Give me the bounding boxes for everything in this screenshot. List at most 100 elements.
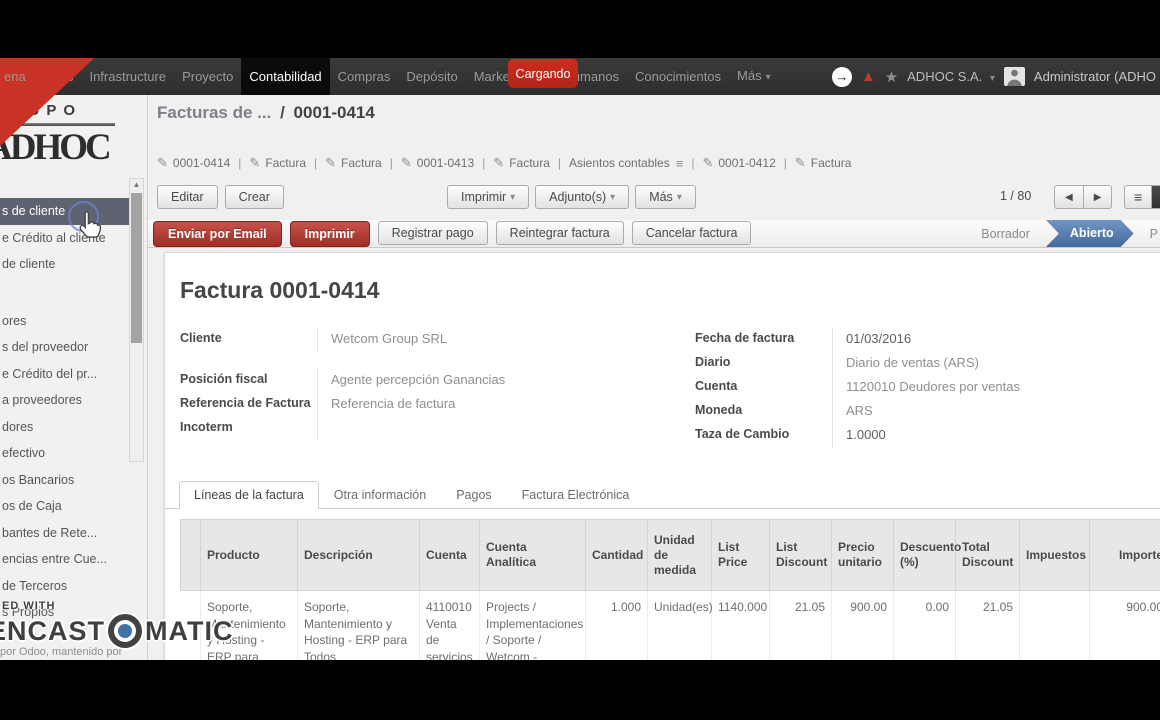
field-label: Cliente xyxy=(180,328,317,345)
quicklink[interactable]: ✎0001-0412 xyxy=(683,155,775,171)
menu-item-deposito[interactable]: Depósito xyxy=(398,58,465,95)
menu-item-proyecto[interactable]: Proyecto xyxy=(174,58,241,95)
sidebar-item-pagos-proveedores[interactable]: a proveedores xyxy=(0,387,147,414)
col-total-discount[interactable]: Total Discount xyxy=(956,520,1020,591)
table-header-row: Producto Descripción Cuenta Cuenta Analí… xyxy=(181,520,1160,591)
tab-lineas-factura[interactable]: Líneas de la factura xyxy=(179,481,319,509)
sidebar-item-facturas-de-cliente[interactable]: s de cliente xyxy=(0,198,132,225)
menu-item-compras[interactable]: Compras xyxy=(330,58,399,95)
quicklink[interactable]: ✎0001-0413 xyxy=(382,155,474,171)
sidebar-item-extractos-bancarios[interactable]: os Bancarios xyxy=(0,467,147,494)
list-view-button[interactable]: ≡ xyxy=(1124,185,1152,209)
col-list-price[interactable]: List Price xyxy=(712,520,770,591)
menu-item-contabilidad[interactable]: Contabilidad xyxy=(241,58,329,95)
diario-value[interactable]: Diario de ventas (ARS) xyxy=(832,352,1160,376)
taza-cambio-value[interactable]: 1.0000 xyxy=(832,424,1160,448)
pager-next-button[interactable]: ▶ xyxy=(1084,185,1113,209)
status-pagado-fragment[interactable]: P xyxy=(1134,227,1160,241)
form-view-button[interactable] xyxy=(1152,185,1160,209)
col-precio-unitario[interactable]: Precio unitario xyxy=(832,520,894,591)
pencil-icon: ✎ xyxy=(325,155,336,171)
col-unidad-medida[interactable]: Unidad de medida xyxy=(648,520,712,591)
sidebar-item-notas-credito-proveedor[interactable]: e Crédito del pr... xyxy=(0,361,147,388)
quicklink[interactable]: ✎0001-0414 xyxy=(157,155,230,171)
tab-factura-electronica[interactable]: Factura Electrónica xyxy=(507,481,645,508)
quicklink[interactable]: ✎Factura xyxy=(230,155,306,171)
col-impuestos[interactable]: Impuestos xyxy=(1020,520,1090,591)
notebook-tabs: Líneas de la factura Otra información Pa… xyxy=(165,481,1160,509)
screen: ena Ventas Infrastructure Proyecto Conta… xyxy=(0,0,1160,720)
status-abierto-active[interactable]: Abierto xyxy=(1046,220,1134,247)
quicklink[interactable]: ✎Factura xyxy=(776,155,852,171)
sidebar-item-transferencias[interactable]: encias entre Cue... xyxy=(0,546,147,573)
sidebar-item-recibos-cliente[interactable]: de cliente xyxy=(0,251,147,278)
field-posicion-fiscal: Posición fiscal Agente percepción Gananc… xyxy=(180,369,660,393)
odoo-app-window: ena Ventas Infrastructure Proyecto Conta… xyxy=(0,58,1160,660)
field-cliente: Cliente Wetcom Group SRL xyxy=(180,328,660,352)
register-payment-button[interactable]: Registrar pago xyxy=(378,221,488,245)
col-producto[interactable]: Producto xyxy=(201,520,298,591)
field-label: Fecha de factura xyxy=(695,328,832,345)
main-content: Facturas de ... / 0001-0414 ✎0001-0414 ✎… xyxy=(148,95,1160,660)
quicklink-label: 0001-0413 xyxy=(417,156,474,170)
incoterm-value[interactable] xyxy=(317,417,660,441)
col-cantidad[interactable]: Cantidad xyxy=(586,520,648,591)
user-menu[interactable]: Administrator (ADHO xyxy=(1034,69,1156,84)
col-cuenta-analitica[interactable]: Cuenta Analítica xyxy=(480,520,586,591)
star-icon[interactable]: ★ xyxy=(885,68,898,86)
col-descripcion[interactable]: Descripción xyxy=(298,520,420,591)
warning-icon[interactable]: ▲ xyxy=(861,68,876,85)
quicklink[interactable]: ✎Factura xyxy=(306,155,382,171)
invoice-title: Factura 0001-0414 xyxy=(180,277,379,304)
tab-otra-informacion[interactable]: Otra información xyxy=(319,481,441,508)
scrollbar-thumb[interactable] xyxy=(131,193,142,343)
cancel-invoice-button[interactable]: Cancelar factura xyxy=(632,221,752,245)
loading-badge: Cargando xyxy=(508,59,578,88)
quicklink[interactable]: ✎Factura xyxy=(474,155,550,171)
cuenta-value[interactable]: 1120010 Deudores por ventas xyxy=(832,376,1160,400)
refund-invoice-button[interactable]: Reintegrar factura xyxy=(496,221,624,245)
avatar[interactable] xyxy=(1004,67,1025,86)
statusbar: Borrador Abierto P xyxy=(965,220,1160,247)
sidebar-item-registros-caja[interactable]: os de Caja xyxy=(0,493,147,520)
sidebar-item-cheques-terceros[interactable]: de Terceros xyxy=(0,573,147,600)
invoice-fields-right: Fecha de factura 01/03/2016 Diario Diari… xyxy=(695,328,1160,448)
sidebar-item-comprobantes-retencion[interactable]: bantes de Rete... xyxy=(0,520,147,547)
posicion-fiscal-value[interactable]: Agente percepción Ganancias xyxy=(317,369,660,393)
menu-item-infrastructure[interactable]: Infrastructure xyxy=(81,58,174,95)
menu-item-mas[interactable]: Más▾ xyxy=(729,57,779,96)
chevron-down-icon: ▾ xyxy=(990,73,995,84)
watermark-right-text: MATIC xyxy=(145,616,233,647)
pencil-icon: ✎ xyxy=(702,155,713,171)
login-arrow-icon[interactable]: → xyxy=(832,67,852,87)
col-descuento[interactable]: Descuento (%) xyxy=(894,520,956,591)
print-button[interactable]: Imprimir xyxy=(290,221,370,247)
col-importe[interactable]: Importe xyxy=(1090,520,1160,591)
pager-previous-button[interactable]: ◀ xyxy=(1054,185,1084,209)
scroll-up-icon[interactable]: ▲ xyxy=(131,180,142,189)
breadcrumb-parent[interactable]: Facturas de ... xyxy=(157,103,271,122)
company-menu[interactable]: ADHOC S.A. ▾ xyxy=(907,69,995,84)
sidebar-item-proveedores[interactable]: ores xyxy=(0,308,147,335)
menu-item-fragment[interactable]: ena xyxy=(0,58,26,95)
sidebar-item-dores[interactable]: dores xyxy=(0,414,147,441)
sidebar-item-efectivo[interactable]: efectivo xyxy=(0,440,147,467)
topbar-right-cluster: → ▲ ★ ADHOC S.A. ▾ Administrator (ADHO xyxy=(832,67,1160,87)
sidebar-scrollbar[interactable]: ▲ xyxy=(129,178,144,462)
moneda-value[interactable]: ARS xyxy=(832,400,1160,424)
sidebar: GRUPO ADHOC s de cliente e Crédito al cl… xyxy=(0,95,148,660)
quicklink-asientos-contables[interactable]: Asientos contables≡ xyxy=(550,156,683,171)
referencia-factura-value[interactable]: Referencia de factura xyxy=(317,393,660,417)
send-email-button[interactable]: Enviar por Email xyxy=(153,221,282,247)
col-cuenta[interactable]: Cuenta xyxy=(420,520,480,591)
status-borrador[interactable]: Borrador xyxy=(965,227,1046,241)
menu-item-conocimientos[interactable]: Conocimientos xyxy=(627,58,729,95)
col-list-discount[interactable]: List Discount xyxy=(770,520,832,591)
fecha-factura-value[interactable]: 01/03/2016 xyxy=(832,328,1160,352)
tab-pagos[interactable]: Pagos xyxy=(441,481,506,508)
cliente-value[interactable]: Wetcom Group SRL xyxy=(317,328,660,352)
brand-logo-adhoc: ADHOC xyxy=(0,126,109,169)
letterbox-bottom xyxy=(0,660,1160,720)
watermark-prefix: ED WITH xyxy=(2,600,234,612)
sidebar-item-facturas-proveedor[interactable]: s del proveedor xyxy=(0,334,147,361)
